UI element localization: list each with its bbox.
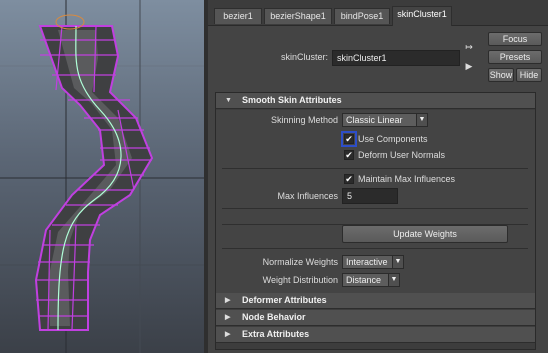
section-title: Extra Attributes [242,329,310,339]
skinning-method-dropdown[interactable]: Classic Linear ▼ [342,113,428,127]
collapsed-icon: ▶ [225,297,231,304]
update-weights-button[interactable]: Update Weights [342,225,508,243]
max-influences-field[interactable]: 5 [342,188,398,204]
expanded-icon: ▼ [225,97,232,104]
maintain-max-influences-label: Maintain Max Influences [358,174,456,184]
checkmark-icon: ✔ [344,174,354,184]
tab-bezier1[interactable]: bezier1 [214,8,262,24]
skinning-method-label: Skinning Method [270,115,338,125]
chevron-down-icon: ▼ [416,114,427,126]
collapsed-icon: ▶ [225,314,231,321]
deform-user-normals-checkbox[interactable]: ✔ Deform User Normals [344,150,445,160]
maintain-max-influences-checkbox[interactable]: ✔ Maintain Max Influences [344,174,455,184]
section-node-behavior[interactable]: ▶ Node Behavior [216,310,535,326]
node-name-field[interactable]: skinCluster1 [332,50,460,66]
tab-bezier-shape1[interactable]: bezierShape1 [264,8,332,24]
node-type-label: skinCluster: [280,52,328,62]
checkmark-icon: ✔ [344,150,354,160]
viewport-panel[interactable] [0,0,204,353]
collapsed-icon: ▶ [225,331,231,338]
skinning-method-value: Classic Linear [346,115,403,125]
node-name-row: skinCluster: skinCluster1 ↦ ▶ Focus Pres… [208,30,548,88]
section-extra-attributes[interactable]: ▶ Extra Attributes [216,327,535,343]
section-deformer-attributes[interactable]: ▶ Deformer Attributes [216,293,535,309]
normalize-weights-value: Interactive [346,257,388,267]
weight-distribution-dropdown[interactable]: Distance ▼ [342,273,400,287]
checkmark-icon: ✔ [341,131,357,147]
chevron-down-icon: ▼ [392,256,403,268]
section-smooth-skin-attributes[interactable]: ▼ Smooth Skin Attributes [216,93,535,109]
smooth-skin-body: Skinning Method Classic Linear ▼ ✔ Use C… [216,110,535,293]
attribute-sections: ▼ Smooth Skin Attributes Skinning Method… [215,92,536,350]
output-connections-icon[interactable]: ▶ [464,61,474,71]
hide-button[interactable]: Hide [516,68,542,82]
normalize-weights-label: Normalize Weights [262,257,338,267]
focus-button[interactable]: Focus [488,32,542,46]
viewport-scene [0,0,204,353]
weight-distribution-value: Distance [346,275,382,285]
normalize-weights-dropdown[interactable]: Interactive ▼ [342,255,404,269]
section-title: Node Behavior [242,312,306,322]
use-components-label: Use Components [358,134,428,144]
show-button[interactable]: Show [488,68,514,82]
presets-button[interactable]: Presets [488,50,542,64]
node-tabs: bezier1 bezierShape1 bindPose1 skinClust… [208,0,548,26]
input-connections-icon[interactable]: ↦ [464,42,474,52]
chevron-down-icon: ▼ [388,274,399,286]
deform-user-normals-label: Deform User Normals [358,150,446,160]
divider [222,168,528,169]
section-title: Smooth Skin Attributes [242,95,342,105]
use-components-checkbox[interactable]: ✔ Use Components [341,131,428,147]
tab-skin-cluster1[interactable]: skinCluster1 [392,6,452,26]
weight-distribution-label: Weight Distribution [262,275,338,285]
section-title: Deformer Attributes [242,295,327,305]
divider [222,248,528,249]
tab-bind-pose1[interactable]: bindPose1 [334,8,390,24]
max-influences-label: Max Influences [277,191,338,201]
attribute-editor: bezier1 bezierShape1 bindPose1 skinClust… [208,0,548,353]
divider [222,208,528,209]
